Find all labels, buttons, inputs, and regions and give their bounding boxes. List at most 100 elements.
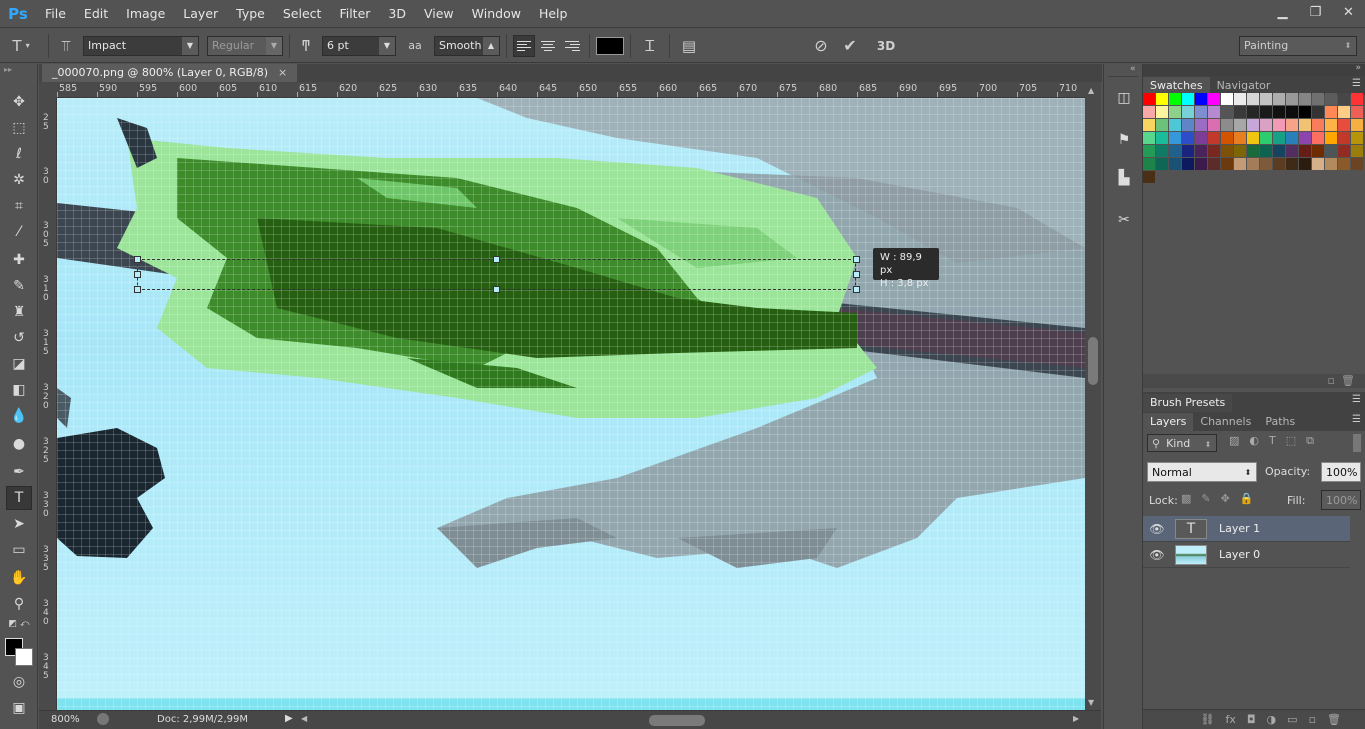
swatch[interactable]: [1299, 145, 1311, 157]
swatch[interactable]: [1208, 145, 1220, 157]
document-canvas[interactable]: [57, 98, 1085, 710]
swatch[interactable]: [1182, 132, 1194, 144]
vertical-ruler[interactable]: 25 30 305 310 315 320 325 330 335 340 345: [39, 98, 57, 710]
path-selection-tool-icon[interactable]: ➤: [6, 512, 32, 536]
swatch[interactable]: [1299, 93, 1311, 105]
swatch[interactable]: [1247, 158, 1259, 170]
transform-handle[interactable]: [493, 256, 500, 263]
swatch[interactable]: [1143, 132, 1155, 144]
align-right-button[interactable]: [561, 35, 583, 57]
new-group-icon[interactable]: ▭: [1287, 713, 1297, 726]
swatch[interactable]: [1338, 132, 1350, 144]
menu-window[interactable]: Window: [463, 0, 530, 28]
tool-presets-icon[interactable]: ▙: [1112, 166, 1136, 190]
panel-menu-icon[interactable]: ☰: [1352, 78, 1361, 89]
menu-3d[interactable]: 3D: [379, 0, 415, 28]
swatch[interactable]: [1234, 158, 1246, 170]
swatch[interactable]: [1299, 158, 1311, 170]
text-color-swatch[interactable]: [596, 36, 624, 55]
type-tool-icon[interactable]: T: [6, 486, 32, 510]
swatch[interactable]: [1195, 158, 1207, 170]
hand-tool-icon[interactable]: ✋: [6, 566, 32, 590]
swatch[interactable]: [1169, 145, 1181, 157]
clone-stamp-tool-icon[interactable]: ♜: [6, 300, 32, 324]
swatch[interactable]: [1156, 106, 1168, 118]
swatch[interactable]: [1247, 106, 1259, 118]
swatch[interactable]: [1143, 145, 1155, 157]
cancel-icon[interactable]: ⊘: [808, 36, 834, 55]
swatch[interactable]: [1286, 93, 1298, 105]
layer-style-icon[interactable]: fx: [1225, 713, 1235, 726]
healing-brush-tool-icon[interactable]: ✚: [6, 248, 32, 272]
new-swatch-icon[interactable]: ▫: [1328, 374, 1335, 387]
visibility-eye-icon[interactable]: 👁: [1143, 522, 1171, 536]
link-layers-icon[interactable]: ⛓: [1200, 713, 1214, 726]
swatch[interactable]: [1260, 158, 1272, 170]
status-menu-arrow-icon[interactable]: ▶: [285, 713, 293, 724]
swatch[interactable]: [1325, 158, 1337, 170]
scroll-right-icon[interactable]: ▶: [1073, 714, 1079, 723]
layer-row-layer-0[interactable]: 👁 Layer 0: [1143, 542, 1350, 568]
lasso-tool-icon[interactable]: ℓ: [6, 142, 32, 166]
swatch[interactable]: [1208, 106, 1220, 118]
swatch[interactable]: [1338, 158, 1350, 170]
filter-toggle[interactable]: [1353, 434, 1361, 452]
swatch[interactable]: [1195, 93, 1207, 105]
swatch[interactable]: [1208, 119, 1220, 131]
zoom-level[interactable]: 800%: [51, 714, 80, 725]
tab-channels[interactable]: Channels: [1193, 413, 1258, 431]
swatch[interactable]: [1156, 93, 1168, 105]
swatch[interactable]: [1260, 93, 1272, 105]
swatch[interactable]: [1260, 119, 1272, 131]
swatch[interactable]: [1273, 145, 1285, 157]
swatch[interactable]: [1169, 119, 1181, 131]
swatch[interactable]: [1299, 119, 1311, 131]
transform-handle[interactable]: [853, 256, 860, 263]
font-family-select[interactable]: Impact ▼: [83, 35, 199, 56]
adjustment-filter-icon[interactable]: ◐: [1249, 434, 1259, 448]
visibility-eye-icon[interactable]: 👁: [1143, 548, 1171, 562]
pen-tool-icon[interactable]: ✒: [6, 460, 32, 484]
align-center-button[interactable]: [537, 35, 559, 57]
tab-brush-presets[interactable]: Brush Presets: [1143, 394, 1233, 412]
swatch[interactable]: [1143, 171, 1155, 183]
commit-icon[interactable]: ✔: [834, 36, 866, 55]
swatch[interactable]: [1299, 132, 1311, 144]
swatch[interactable]: [1234, 132, 1246, 144]
swatch[interactable]: [1273, 106, 1285, 118]
swatch[interactable]: [1169, 93, 1181, 105]
swatch[interactable]: [1312, 106, 1324, 118]
minimize-icon[interactable]: ▁: [1266, 0, 1299, 24]
swatch[interactable]: [1156, 132, 1168, 144]
move-tool-icon[interactable]: ✥: [6, 90, 32, 114]
swatch[interactable]: [1195, 145, 1207, 157]
zoom-tool-icon[interactable]: ⚲: [6, 592, 32, 616]
transform-handle[interactable]: [853, 286, 860, 293]
warp-text-icon[interactable]: Ꮖ: [637, 37, 663, 55]
menu-help[interactable]: Help: [530, 0, 577, 28]
delete-layer-icon[interactable]: 🗑: [1327, 713, 1341, 726]
swatch[interactable]: [1325, 93, 1337, 105]
swatch[interactable]: [1247, 119, 1259, 131]
swatch[interactable]: [1221, 119, 1233, 131]
lock-transparency-icon[interactable]: ▩: [1181, 492, 1191, 505]
swatch[interactable]: [1143, 158, 1155, 170]
menu-type[interactable]: Type: [227, 0, 274, 28]
actions-panel-icon[interactable]: ⚑: [1112, 128, 1136, 152]
swatch[interactable]: [1260, 106, 1272, 118]
screen-mode-icon[interactable]: ▣: [6, 696, 32, 720]
swatch[interactable]: [1156, 158, 1168, 170]
quick-mask-icon[interactable]: ◎: [6, 670, 32, 694]
scroll-down-icon[interactable]: ▼: [1088, 698, 1094, 707]
scroll-left-icon[interactable]: ◀: [301, 714, 307, 723]
swatch[interactable]: [1312, 145, 1324, 157]
workspace-select[interactable]: Painting ⬍: [1239, 35, 1357, 56]
swatch[interactable]: [1182, 145, 1194, 157]
swatch[interactable]: [1325, 119, 1337, 131]
magic-wand-tool-icon[interactable]: ✲: [6, 168, 32, 192]
close-icon[interactable]: ✕: [1332, 0, 1365, 24]
swatch[interactable]: [1351, 119, 1363, 131]
horizontal-scrollbar[interactable]: ◀ ▶: [301, 713, 1079, 727]
swatch[interactable]: [1338, 93, 1350, 105]
add-mask-icon[interactable]: ◘: [1247, 713, 1256, 726]
